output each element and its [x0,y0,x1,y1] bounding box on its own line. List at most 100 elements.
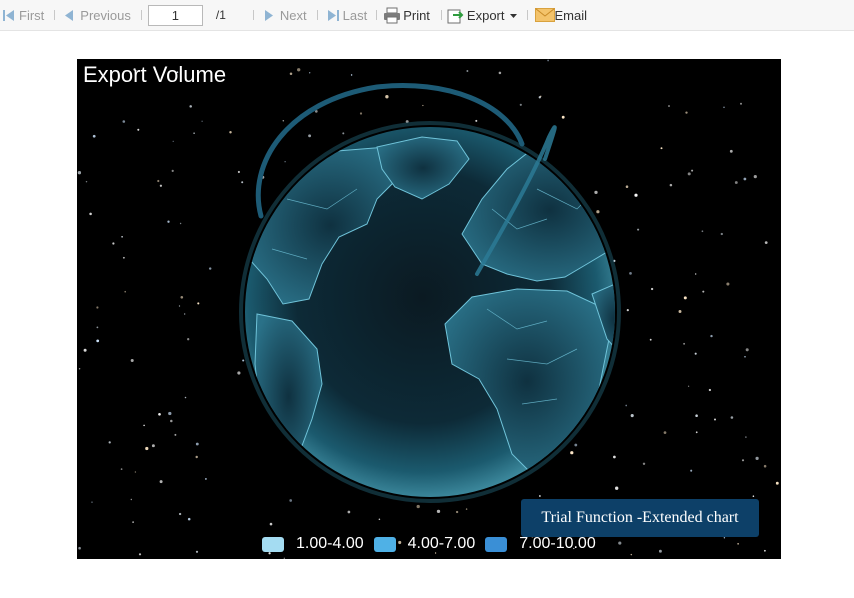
legend-item[interactable]: 1.00-4.00 [262,535,364,553]
star [594,190,598,195]
star [570,451,574,455]
legend-swatch [262,536,284,552]
legend-item[interactable]: 4.00-7.00 [373,535,476,553]
toolbar-divider [440,10,442,20]
star [626,309,629,312]
star [763,464,767,468]
star [197,302,200,305]
star [96,339,100,343]
star [547,59,549,62]
star [120,468,123,470]
star [734,181,738,184]
page-number-input[interactable] [147,4,203,26]
next-page-icon [264,9,273,21]
star [660,147,663,150]
star [132,521,134,523]
last-page-button[interactable]: Last [327,0,367,30]
star [691,169,694,172]
star [138,553,142,556]
star [475,119,478,122]
star [309,72,311,74]
star [649,338,652,341]
star [92,134,96,138]
envelope-icon [534,8,555,22]
star [108,441,111,444]
last-page-icon [327,9,339,21]
star [743,177,747,181]
star [170,419,173,423]
legend-label: 7.00-10.00 [519,535,596,552]
star [416,504,420,509]
star [710,334,713,338]
star [77,171,82,175]
star [683,342,686,345]
star [695,273,697,275]
star [122,256,125,259]
next-page-label: Next [279,7,307,23]
toolbar-divider [526,10,528,20]
star [596,210,600,214]
chart-title: Export Volume [83,62,227,87]
legend-item[interactable]: 7.00-10.00 [485,535,596,553]
star [668,105,670,107]
star [683,296,687,300]
star [702,290,705,293]
star [539,495,541,497]
email-button[interactable]: Email [534,0,587,30]
first-page-button[interactable]: First [3,0,44,30]
star [184,396,187,399]
star [625,404,628,407]
globe-graphic[interactable] [77,59,781,559]
print-label: Print [403,7,430,23]
star [637,228,640,231]
star [91,501,93,503]
star [179,222,182,225]
chart-legend: 1.00-4.00 4.00-7.00 7.00-10.00 [262,535,606,553]
star [687,172,691,176]
first-page-icon [3,9,14,21]
legend-label: 4.00-7.00 [407,535,476,552]
star [83,348,87,352]
star [740,102,742,105]
print-button[interactable]: Print [383,0,430,30]
star [695,414,698,417]
star [178,305,181,307]
star [78,546,81,550]
star [85,180,88,183]
star [422,104,424,107]
star [519,103,522,106]
star [121,235,123,238]
star [498,71,502,75]
star [669,183,673,187]
star [359,112,363,115]
star [695,431,698,434]
star [690,469,693,472]
star [723,537,726,539]
previous-page-icon [65,9,74,21]
star [195,455,198,459]
star [658,549,662,553]
star [741,459,745,462]
previous-page-button[interactable]: Previous [65,0,131,30]
star [187,338,190,341]
star [151,444,155,448]
star [145,446,149,451]
star [112,242,115,245]
chevron-down-icon [509,14,517,18]
star [174,433,177,436]
star [540,95,542,97]
next-page-button[interactable]: Next [264,0,307,30]
star [237,170,240,174]
star [713,418,717,421]
star [289,499,293,502]
star [744,356,746,358]
star [561,115,565,119]
star [134,471,137,473]
export-button[interactable]: Export [447,0,517,30]
star [122,120,126,123]
star [195,442,199,446]
toolbar-divider [54,10,56,20]
toolbar-divider [376,10,378,20]
star [178,512,182,516]
star [764,549,766,552]
